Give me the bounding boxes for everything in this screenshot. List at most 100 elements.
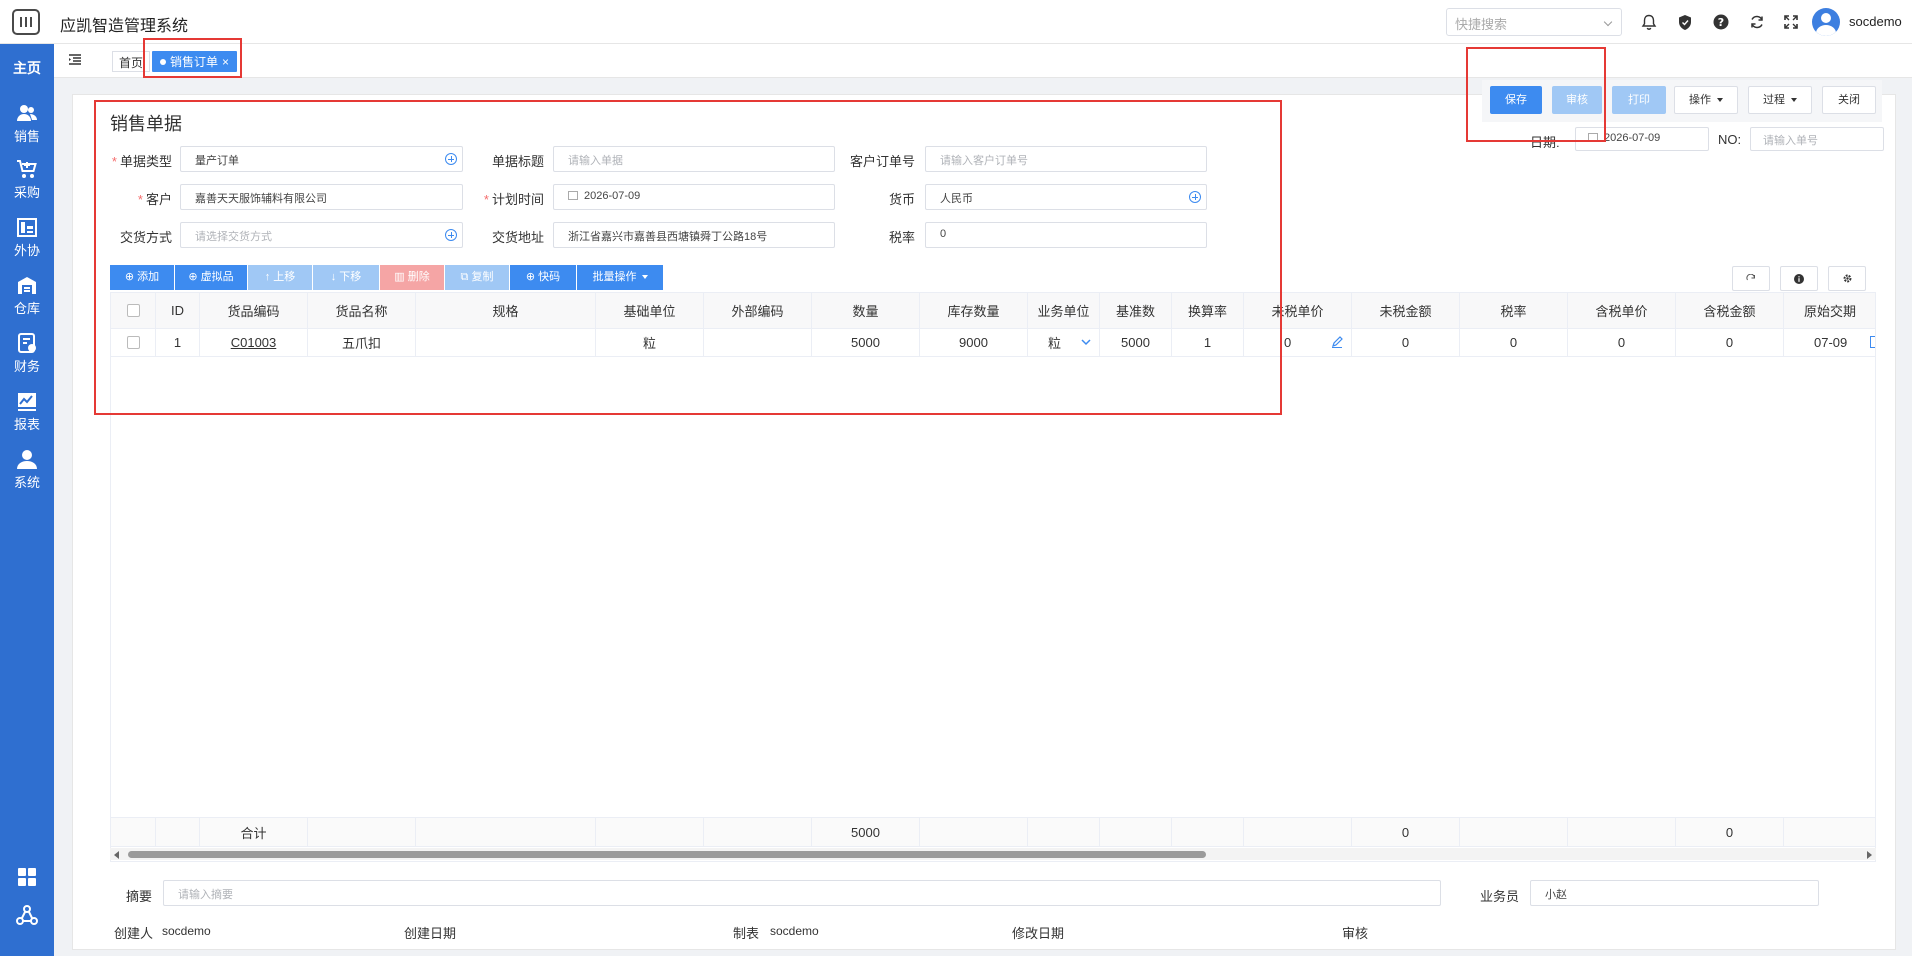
column-header[interactable]: 含税单价 <box>1568 293 1676 328</box>
avatar[interactable] <box>1812 8 1840 36</box>
cell-unit-price[interactable]: 0 <box>1244 329 1352 356</box>
add-button[interactable]: ⊕ 添加 <box>110 265 174 290</box>
no-label: NO: <box>1718 132 1742 147</box>
delete-button[interactable]: ▥ 删除 <box>380 265 444 290</box>
doc-no-input[interactable]: 请输入单号 <box>1750 127 1884 151</box>
delivery-addr-input[interactable]: 浙江省嘉兴市嘉善县西塘镇舜丁公路18号 <box>553 222 835 248</box>
plan-time-picker[interactable]: 2026-07-09 <box>553 184 835 210</box>
close-button[interactable]: 关闭 <box>1822 86 1876 114</box>
scroll-right-icon[interactable] <box>1867 851 1872 859</box>
sidebar: 主页 销售 采购 外协 仓库 财务 报表 系统 <box>0 44 54 956</box>
print-button[interactable]: 打印 <box>1612 86 1666 114</box>
row-checkbox[interactable] <box>126 336 140 349</box>
column-header[interactable]: 未税金额 <box>1352 293 1460 328</box>
outsource-icon <box>17 218 37 237</box>
currency-select[interactable]: 人民币 <box>925 184 1207 210</box>
top-header: 应凯智造管理系统 快捷搜索 ? socdemo <box>0 0 1912 44</box>
column-header[interactable]: 含税金额 <box>1676 293 1784 328</box>
column-header[interactable]: 外部编码 <box>704 293 812 328</box>
sidebar-item-purchase[interactable]: 采购 <box>0 158 54 210</box>
delivery-method-select[interactable]: 请选择交货方式 <box>180 222 463 248</box>
plus-circle-icon: ⊕ <box>188 271 201 283</box>
column-header[interactable]: 未税单价 <box>1244 293 1352 328</box>
arrow-down-icon: ↓ <box>330 271 340 283</box>
table-info-button[interactable] <box>1780 266 1818 291</box>
column-header[interactable]: 库存数量 <box>920 293 1028 328</box>
sidebar-item-sales[interactable]: 销售 <box>0 102 54 154</box>
cell-code[interactable]: C01003 <box>200 329 308 356</box>
users-icon <box>17 105 37 121</box>
column-header[interactable]: 原始交期 <box>1784 293 1875 328</box>
tab-label: 销售订单 <box>170 55 219 69</box>
copy-button[interactable]: ⧉ 复制 <box>445 265 509 290</box>
network-icon[interactable] <box>16 904 38 926</box>
doc-type-select[interactable]: 量产订单 <box>180 146 463 172</box>
sidebar-item-finance[interactable]: 财务 <box>0 332 54 384</box>
customer-input[interactable]: 嘉善天天服饰辅料有限公司 <box>180 184 463 210</box>
cell-biz-unit[interactable]: 粒 <box>1028 329 1100 356</box>
virtual-item-button[interactable]: ⊕ 虚拟品 <box>175 265 247 290</box>
plus-circle-icon: ⊕ <box>525 271 539 283</box>
sidebar-item-system[interactable]: 系统 <box>0 448 54 500</box>
sidebar-item-warehouse[interactable]: 仓库 <box>0 274 54 326</box>
scroll-left-icon[interactable] <box>114 851 119 859</box>
table-settings-button[interactable] <box>1828 266 1866 291</box>
move-up-button[interactable]: ↑ 上移 <box>248 265 312 290</box>
sidebar-item-report[interactable]: 报表 <box>0 390 54 442</box>
close-icon[interactable]: × <box>222 55 229 69</box>
quick-code-button[interactable]: ⊕ 快码 <box>510 265 576 290</box>
help-icon[interactable]: ? <box>1712 13 1730 31</box>
operate-dropdown[interactable]: 操作 <box>1674 86 1738 114</box>
chevron-down-icon <box>1081 339 1091 346</box>
cell-name: 五爪扣 <box>308 329 416 356</box>
move-down-button[interactable]: ↓ 下移 <box>313 265 379 290</box>
column-header[interactable]: 税率 <box>1460 293 1568 328</box>
tax-rate-input[interactable]: 0 <box>925 222 1207 248</box>
column-header[interactable]: 业务单位 <box>1028 293 1100 328</box>
audit-button[interactable]: 审核 <box>1552 86 1602 114</box>
column-header[interactable]: 基准数 <box>1100 293 1172 328</box>
grid-apps-icon[interactable] <box>16 866 38 888</box>
footer-cell <box>1568 818 1676 846</box>
process-dropdown[interactable]: 过程 <box>1748 86 1812 114</box>
select-all-checkbox[interactable] <box>126 304 140 317</box>
sidebar-item-label: 销售 <box>13 129 40 144</box>
column-header[interactable]: 货品编码 <box>200 293 308 328</box>
summary-input[interactable]: 请输入摘要 <box>163 880 1441 906</box>
edit-icon[interactable] <box>1331 336 1343 348</box>
cell-qty[interactable]: 5000 <box>812 329 920 356</box>
sidebar-item-home[interactable]: 主页 <box>0 58 54 78</box>
save-button[interactable]: 保存 <box>1490 86 1542 114</box>
column-header[interactable]: 规格 <box>416 293 596 328</box>
column-header[interactable]: 数量 <box>812 293 920 328</box>
item-code-link[interactable]: C01003 <box>231 335 277 350</box>
scrollbar-thumb[interactable] <box>128 851 1206 858</box>
cell-orig-date[interactable]: 07-09 <box>1784 329 1875 356</box>
tab-home[interactable]: 首页 <box>112 51 151 72</box>
salesman-input[interactable]: 小赵 <box>1530 880 1819 906</box>
column-header[interactable]: ID <box>156 293 200 328</box>
table-refresh-button[interactable] <box>1732 266 1770 291</box>
column-header[interactable]: 基础单位 <box>596 293 704 328</box>
username[interactable]: socdemo <box>1849 14 1902 29</box>
row-select-cell <box>111 329 156 356</box>
quick-search-select[interactable]: 快捷搜索 <box>1446 8 1622 36</box>
batch-ops-dropdown[interactable]: 批量操作 <box>577 265 663 290</box>
horizontal-scrollbar[interactable] <box>110 848 1876 860</box>
cell-id: 1 <box>156 329 200 356</box>
shield-icon[interactable] <box>1676 13 1694 31</box>
cust-order-input[interactable]: 请输入客户订单号 <box>925 146 1207 172</box>
fullscreen-icon[interactable] <box>1782 13 1800 31</box>
tab-sales-order[interactable]: 销售订单 × <box>152 51 238 72</box>
add-circle-icon[interactable] <box>1189 191 1201 203</box>
doc-title-input[interactable]: 请输入单据 <box>553 146 835 172</box>
sidebar-item-outsource[interactable]: 外协 <box>0 216 54 268</box>
menu-fold-icon[interactable] <box>68 53 82 67</box>
table-row[interactable]: 1 C01003 五爪扣 粒 5000 9000 粒 5000 1 0 0 0 … <box>111 329 1875 357</box>
date-picker[interactable]: 2026-07-09 <box>1575 127 1709 151</box>
bell-icon[interactable] <box>1640 13 1658 31</box>
column-header[interactable]: 换算率 <box>1172 293 1244 328</box>
column-header[interactable]: 货品名称 <box>308 293 416 328</box>
footer-cell <box>111 818 156 846</box>
refresh-icon[interactable] <box>1748 13 1766 31</box>
